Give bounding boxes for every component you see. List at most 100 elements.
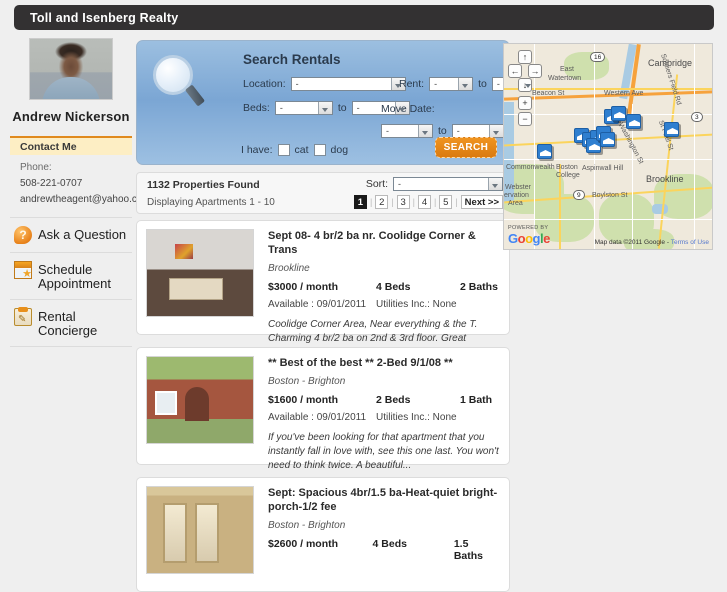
page-separator: |	[369, 197, 373, 207]
route-shield: 16	[590, 52, 606, 62]
map-marker[interactable]	[537, 144, 552, 159]
search-rentals-panel: Search Rentals Location: - Rent: - to - …	[136, 40, 536, 165]
page-button-5[interactable]: 5	[439, 195, 453, 209]
listing-card[interactable]: Sept 08- 4 br/2 ba nr. Coolidge Corner &…	[136, 220, 510, 372]
page-title: Toll and Isenberg Realty	[30, 10, 179, 25]
pets-label: I have:	[241, 144, 273, 156]
location-row: Location: -	[243, 77, 406, 91]
listing-utilities: Utilities Inc.: None	[376, 299, 457, 310]
map-label: Boylston St	[592, 192, 628, 199]
map-attribution: Map data ©2011 Google - Terms of Use	[595, 239, 709, 246]
page-button-1[interactable]: 1	[353, 195, 367, 209]
map-marker[interactable]	[664, 122, 679, 137]
contact-block: Contact Me Phone: 508-221-0707 andrewthe…	[10, 136, 151, 218]
sidebar-item-schedule-appointment[interactable]: Schedule Appointment	[10, 253, 132, 300]
listing-details: Sept: Spacious 4br/1.5 ba-Heat-quiet bri…	[268, 486, 499, 583]
map-label: Boston	[556, 164, 578, 171]
move-date-min-select[interactable]: -	[381, 124, 433, 138]
google-logo: Google	[508, 231, 550, 246]
dog-checkbox[interactable]	[313, 144, 326, 156]
sort-select[interactable]: -	[393, 177, 503, 191]
map-zoom-in-button[interactable]: +	[518, 96, 532, 110]
map-label: Webster	[505, 184, 531, 191]
listing-available-date: Available : 09/01/2011	[268, 299, 367, 310]
magnifier-icon	[149, 53, 211, 115]
map-label: ervation	[504, 192, 529, 199]
map-zoom-out-button[interactable]: −	[518, 112, 532, 126]
map-label: Aspinwall Hill	[582, 165, 624, 172]
pets-row: I have: cat dog	[241, 144, 348, 156]
map-label: Area	[508, 200, 523, 207]
listing-available-date: Available : 09/01/2011	[268, 412, 367, 423]
listing-photo[interactable]	[146, 229, 254, 317]
dog-label: dog	[330, 144, 349, 156]
listing-card[interactable]: ** Best of the best ** 2-Bed 9/1/08 ** B…	[136, 347, 510, 471]
listing-baths: 2 Baths	[460, 281, 498, 293]
location-label: Location:	[243, 78, 286, 90]
listing-description: If you've been looking for that apartmen…	[268, 432, 499, 471]
next-page-button[interactable]: Next >>	[460, 195, 503, 209]
listing-baths: 1.5 Baths	[453, 538, 483, 562]
phone-value: 508-221-0707	[20, 178, 83, 189]
listing-title[interactable]: Sept 08- 4 br/2 ba nr. Coolidge Corner &…	[268, 229, 499, 257]
map-panel[interactable]: Cambridge Brookline East Watertown Bosto…	[503, 43, 713, 250]
listing-photo[interactable]	[146, 356, 254, 444]
page-separator: |	[433, 197, 437, 207]
move-date-row: - to -	[381, 124, 504, 138]
listing-beds: 4 Beds	[376, 281, 411, 293]
move-date-max-select[interactable]: -	[451, 124, 504, 138]
listing-card[interactable]: Sept: Spacious 4br/1.5 ba-Heat-quiet bri…	[136, 477, 510, 592]
listing-title[interactable]: ** Best of the best ** 2-Bed 9/1/08 **	[268, 356, 499, 370]
listing-specs: $2600 / month 4 Beds 1.5 Baths	[268, 538, 499, 562]
agent-photo	[29, 38, 113, 100]
rent-label: Rent:	[399, 78, 425, 90]
results-range: Displaying Apartments 1 - 10	[147, 197, 275, 208]
move-date-to-label: to	[438, 125, 447, 137]
terms-of-use-link[interactable]: Terms of Use	[671, 239, 709, 246]
question-icon	[14, 226, 32, 244]
listing-specs: $1600 / month 2 Beds 1 Bath	[268, 394, 499, 406]
map-label: Watertown	[548, 75, 582, 82]
map-pan-left-button[interactable]: ←	[508, 64, 522, 78]
map-pan-up-button[interactable]: ↑	[518, 50, 532, 64]
app-header: Toll and Isenberg Realty	[14, 5, 714, 30]
location-select[interactable]: -	[290, 77, 406, 91]
cat-checkbox[interactable]	[277, 144, 290, 156]
contact-me-header: Contact Me	[10, 136, 132, 155]
listing-beds: 2 Beds	[376, 394, 411, 406]
map-label: Beacon St	[532, 90, 565, 97]
sort-control: Sort: -	[366, 177, 503, 191]
beds-min-select[interactable]: -	[274, 101, 333, 115]
map-label: Commonwealth	[506, 164, 555, 171]
page-button-2[interactable]: 2	[375, 195, 389, 209]
listing-price: $3000 / month	[268, 281, 339, 293]
map-label: Western Ave	[604, 90, 644, 97]
map-canvas[interactable]: Cambridge Brookline East Watertown Bosto…	[504, 44, 712, 249]
listing-location: Boston - Brighton	[268, 520, 346, 531]
listing-utilities: Utilities Inc.: None	[376, 412, 457, 423]
listing-specs: $3000 / month 4 Beds 2 Baths	[268, 281, 499, 293]
map-marker[interactable]	[611, 106, 626, 121]
search-button[interactable]: SEARCH	[435, 137, 497, 158]
rent-min-select[interactable]: -	[429, 77, 474, 91]
sidebar-item-rental-concierge[interactable]: Rental Concierge	[10, 300, 132, 347]
map-label: College	[556, 172, 580, 179]
listing-details: Sept 08- 4 br/2 ba nr. Coolidge Corner &…	[268, 229, 499, 372]
listing-availability: Available : 09/01/2011 Utilities Inc.: N…	[268, 299, 499, 310]
map-marker[interactable]	[600, 132, 615, 147]
page-button-3[interactable]: 3	[396, 195, 410, 209]
listing-baths: 1 Bath	[460, 394, 493, 406]
page-button-4[interactable]: 4	[417, 195, 431, 209]
listing-title[interactable]: Sept: Spacious 4br/1.5 ba-Heat-quiet bri…	[268, 486, 499, 514]
sidebar-item-ask-a-question[interactable]: Ask a Question	[10, 218, 132, 253]
email-value[interactable]: andrewtheagent@yahoo.com	[10, 194, 151, 205]
map-pan-right-button[interactable]: →	[528, 64, 542, 78]
map-label: Brookline	[646, 174, 684, 184]
listing-photo[interactable]	[146, 486, 254, 574]
rent-to-label: to	[478, 78, 487, 90]
search-panel-title: Search Rentals	[243, 52, 341, 67]
page-separator: |	[391, 197, 394, 207]
route-shield: 3	[691, 112, 703, 122]
map-marker[interactable]	[626, 114, 641, 129]
page-separator: |	[412, 197, 415, 207]
